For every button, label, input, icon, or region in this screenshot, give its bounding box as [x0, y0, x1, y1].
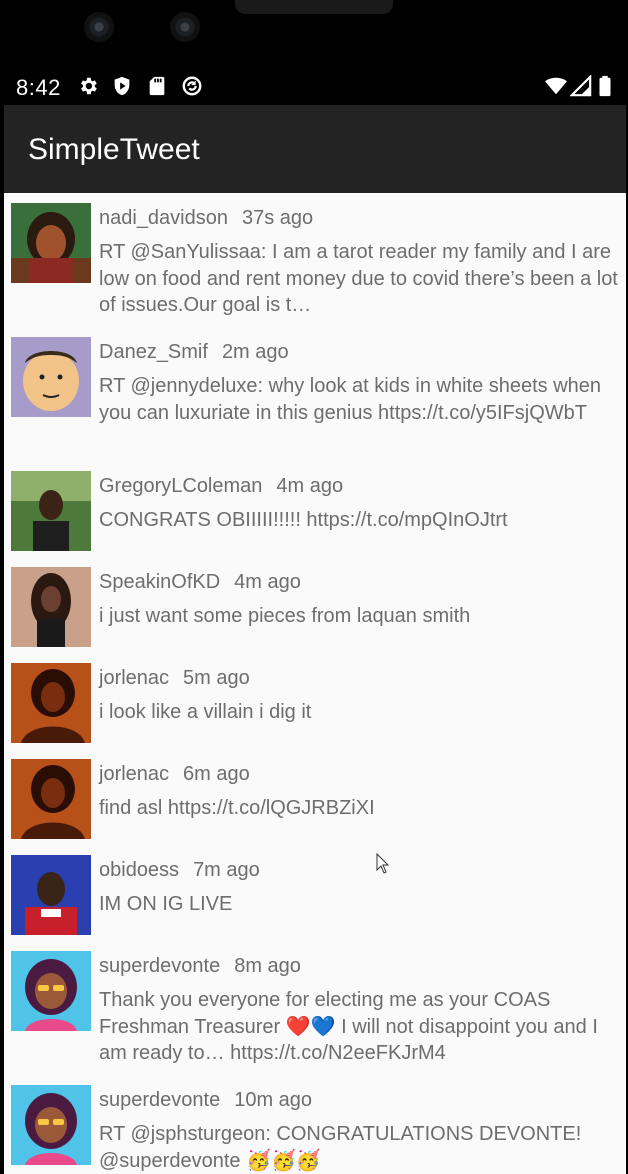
tweet-text: i just want some pieces from laquan smit…: [99, 605, 471, 627]
timeline-list[interactable]: nadi_davidson 37s ago RT @SanYulissaa: I …: [4, 193, 626, 1174]
avatar[interactable]: [11, 855, 91, 935]
tweet-text: RT @SanYulissaa: I am a tarot reader my …: [99, 241, 618, 316]
sync-icon: [182, 76, 202, 96]
tweet-text: RT @jennydeluxe: why look at kids in whi…: [99, 375, 602, 424]
tweet-meta: Danez_Smif 2m ago: [99, 341, 289, 364]
app-title: SimpleTweet: [28, 133, 200, 166]
phone-frame: 8:42 SimpleTweet nadi_davidson 37s ago R…: [0, 0, 628, 1174]
tweet-meta: superdevonte 8m ago: [99, 955, 301, 978]
avatar[interactable]: [11, 663, 91, 743]
tweet-username[interactable]: superdevonte: [99, 955, 220, 977]
tweet-meta: jorlenac 5m ago: [99, 667, 250, 690]
tweet-text: CONGRATS OBIIIII!!!!! https://t.co/mpQIn…: [99, 509, 508, 531]
mouse-cursor-icon: [376, 853, 390, 874]
tweet-timestamp: 2m ago: [221, 341, 289, 363]
signal-icon: [570, 75, 592, 97]
tweet-username[interactable]: jorlenac: [99, 667, 169, 689]
tweet-meta: SpeakinOfKD 4m ago: [99, 571, 301, 594]
tweet-meta: nadi_davidson 37s ago: [99, 207, 313, 230]
avatar[interactable]: [11, 203, 91, 283]
avatar[interactable]: [11, 759, 91, 839]
tweet-timestamp: 10m ago: [234, 1089, 313, 1111]
avatar[interactable]: [11, 951, 91, 1031]
status-bar: 8:42: [0, 66, 628, 106]
tweet-username[interactable]: GregoryLColeman: [99, 475, 262, 497]
tweet-timestamp: 4m ago: [234, 571, 301, 593]
avatar[interactable]: [11, 337, 91, 417]
speaker-notch: [235, 0, 393, 14]
tweet-username[interactable]: Danez_Smif: [99, 341, 208, 363]
tweet-username[interactable]: nadi_davidson: [99, 207, 228, 229]
tweet-username[interactable]: SpeakinOfKD: [99, 571, 220, 593]
tweet-timestamp: 37s ago: [242, 207, 314, 229]
tweet-username[interactable]: superdevonte: [99, 1089, 220, 1111]
front-camera-icon: [84, 12, 114, 42]
tweet-username[interactable]: obidoess: [99, 859, 179, 881]
tweet-meta: jorlenac 6m ago: [99, 763, 250, 786]
status-time: 8:42: [16, 75, 61, 100]
tweet-text: Thank you everyone for electing me as yo…: [99, 989, 598, 1064]
tweet-text: RT @jsphsturgeon: CONGRATULATIONS DEVONT…: [99, 1123, 582, 1172]
tweet-meta: GregoryLColeman 4m ago: [99, 475, 343, 498]
shield-play-icon: [114, 76, 130, 96]
settings-icon: [81, 77, 97, 95]
app-bar: SimpleTweet: [4, 105, 626, 193]
tweet-timestamp: 7m ago: [193, 859, 260, 881]
battery-icon: [599, 75, 611, 97]
tweet-timestamp: 5m ago: [183, 667, 250, 689]
tweet-text: IM ON IG LIVE: [99, 893, 233, 915]
tweet-text: i look like a villain i dig it: [99, 701, 312, 723]
front-sensor-icon: [170, 12, 200, 42]
avatar[interactable]: [11, 1085, 91, 1165]
tweet-meta: superdevonte 10m ago: [99, 1089, 312, 1112]
tweet-text: find asl https://t.co/lQGJRBZiXI: [99, 797, 375, 819]
tweet-meta: obidoess 7m ago: [99, 859, 260, 882]
wifi-icon: [545, 77, 567, 95]
tweet-timestamp: 6m ago: [183, 763, 250, 785]
avatar[interactable]: [11, 471, 91, 551]
tweet-timestamp: 8m ago: [234, 955, 301, 977]
sd-card-icon: [149, 76, 165, 96]
tweet-timestamp: 4m ago: [276, 475, 344, 497]
avatar[interactable]: [11, 567, 91, 647]
tweet-username[interactable]: jorlenac: [99, 763, 169, 785]
